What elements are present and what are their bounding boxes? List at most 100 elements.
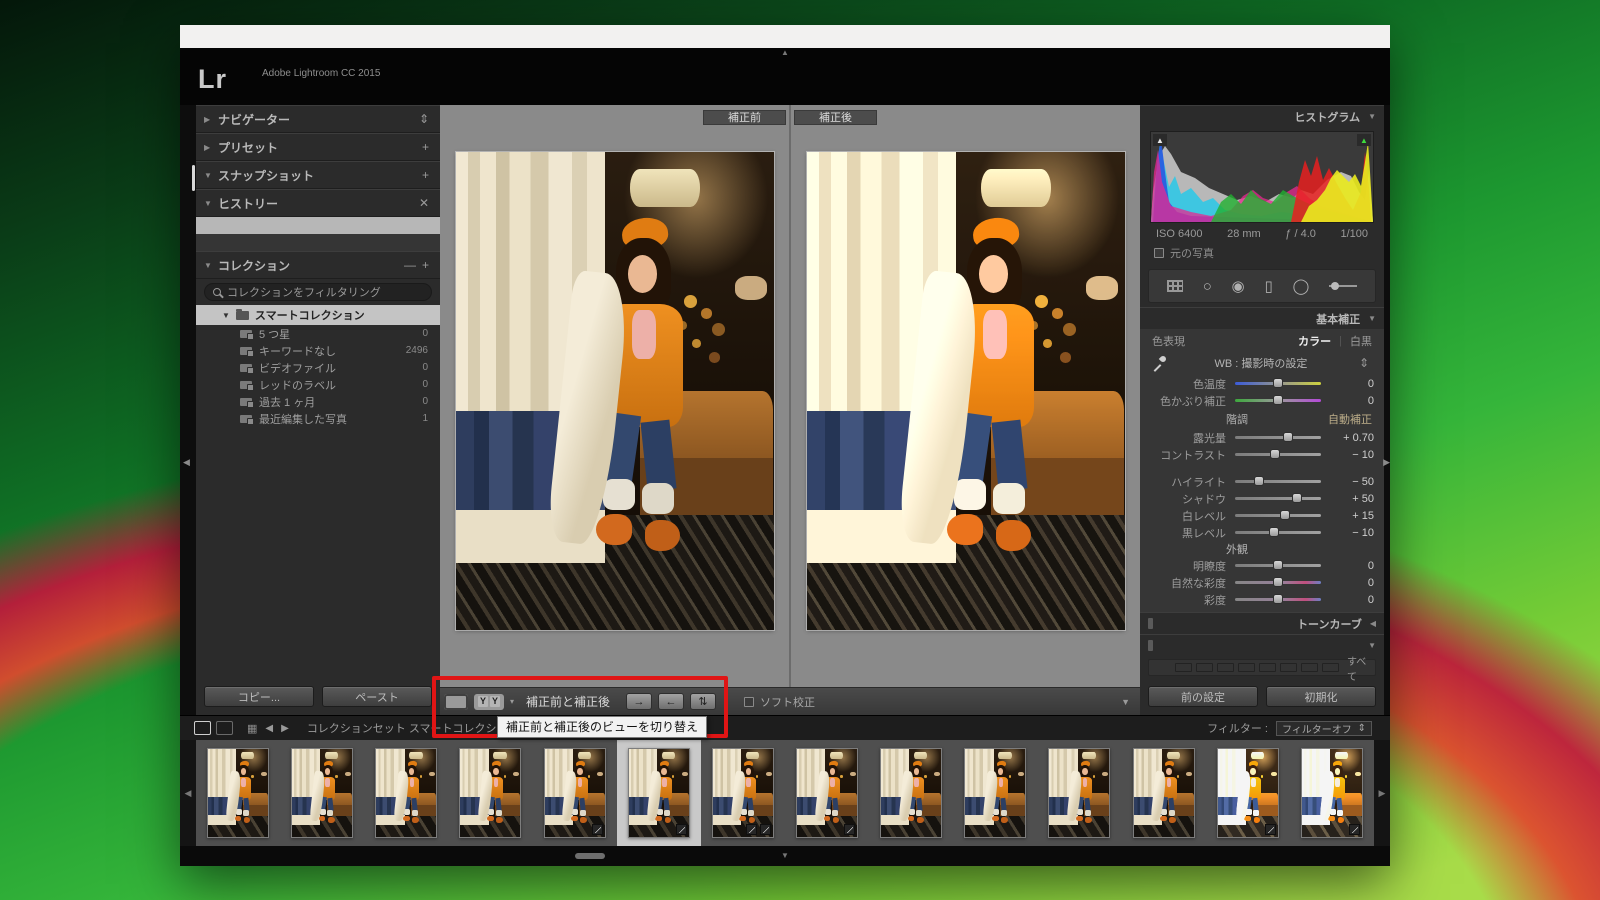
slider-track[interactable]	[1235, 480, 1321, 483]
collection-item[interactable]: ビデオファイル 0	[196, 359, 440, 376]
navigator-header[interactable]: ▶ ナビゲーター ⇕	[196, 105, 440, 133]
slider-row[interactable]: 白レベル + 15	[1140, 507, 1384, 524]
collapse-icon[interactable]: ▼	[204, 261, 218, 270]
basic-panel-header[interactable]: 基本補正 ▼	[1140, 307, 1384, 329]
slider-row[interactable]: 色温度 0	[1140, 375, 1384, 392]
preview-pane[interactable]: 補正後	[789, 105, 1140, 687]
photo[interactable]	[807, 152, 1125, 630]
treatment-color-option[interactable]: カラー	[1298, 333, 1331, 349]
collection-filter-input[interactable]: コレクションをフィルタリング	[204, 283, 432, 301]
panel-toggle-icon[interactable]	[1148, 640, 1153, 651]
color-swatch[interactable]	[1322, 663, 1339, 672]
wb-selector[interactable]: WB : 撮影時の設定	[1174, 355, 1348, 371]
thumbnail-photo[interactable]	[628, 748, 690, 838]
slider-track[interactable]	[1235, 581, 1321, 584]
collection-item[interactable]: 5 つ星 0	[196, 325, 440, 342]
presets-header[interactable]: ▶ プリセット +	[196, 133, 440, 161]
wb-updown-icon[interactable]: ⇕	[1356, 356, 1372, 370]
slider-row[interactable]: 色かぶり補正 0	[1140, 392, 1384, 409]
collapse-icon[interactable]: ▼	[204, 199, 218, 208]
slider-handle[interactable]	[1273, 594, 1283, 604]
thumbnail-photo[interactable]	[796, 748, 858, 838]
filmstrip-thumbnail[interactable]	[364, 740, 448, 846]
left-panel-scrollbar[interactable]	[192, 165, 195, 191]
red-eye-tool-icon[interactable]: ◉	[1232, 277, 1245, 295]
color-swatch[interactable]	[1238, 663, 1255, 672]
collection-item[interactable]: レッドのラベル 0	[196, 376, 440, 393]
collection-item[interactable]: 最近編集した写真 1	[196, 410, 440, 427]
collapse-left-icon[interactable]: ◀	[183, 457, 190, 468]
soft-proof-checkbox[interactable]	[744, 697, 754, 707]
soft-proof-toggle[interactable]: ソフト校正	[744, 694, 815, 710]
history-header[interactable]: ▼ ヒストリー ✕	[196, 189, 440, 217]
add-snapshot-icon[interactable]: +	[419, 168, 432, 182]
slider-handle[interactable]	[1254, 476, 1264, 486]
thumbnail-photo[interactable]	[1217, 748, 1279, 838]
slider-track[interactable]	[1235, 399, 1321, 402]
slider-track[interactable]	[1235, 514, 1321, 517]
slider-row[interactable]: 明瞭度 0	[1140, 557, 1384, 574]
slider-handle[interactable]	[1269, 527, 1279, 537]
original-photo-toggle[interactable]: 元の写真	[1140, 240, 1384, 265]
snapshots-header[interactable]: ▼ スナップショット +	[196, 161, 440, 189]
slider-track[interactable]	[1235, 598, 1321, 601]
collapse-icon[interactable]: ▼	[222, 311, 230, 320]
slider-track[interactable]	[1235, 564, 1321, 567]
filter-dropdown[interactable]: フィルターオフ ⇕	[1276, 721, 1372, 736]
treatment-bw-option[interactable]: 白黒	[1350, 333, 1372, 349]
slider-track[interactable]	[1235, 497, 1321, 500]
slider-handle[interactable]	[1270, 449, 1280, 459]
panel-toggle-icon[interactable]	[1148, 618, 1153, 629]
filmstrip-scroll-left[interactable]: ◀	[180, 740, 196, 846]
filmstrip-thumbnail[interactable]	[280, 740, 364, 846]
slider-handle[interactable]	[1273, 395, 1283, 405]
filmstrip-thumbnail[interactable]	[869, 740, 953, 846]
crop-tool-icon[interactable]	[1167, 280, 1183, 292]
thumbnail-photo[interactable]	[207, 748, 269, 838]
slider-handle[interactable]	[1280, 510, 1290, 520]
thumbnail-photo[interactable]	[1301, 748, 1363, 838]
color-swatch[interactable]	[1196, 663, 1213, 672]
smart-collection-set[interactable]: ▼ スマートコレクション	[196, 305, 440, 325]
radial-filter-tool-icon[interactable]: ◯	[1293, 277, 1310, 295]
history-item[interactable]	[196, 234, 440, 251]
spot-removal-tool-icon[interactable]: ○	[1203, 278, 1212, 295]
slider-handle[interactable]	[1273, 577, 1283, 587]
all-colors-label[interactable]: すべて	[1347, 653, 1369, 683]
paste-button[interactable]: ペースト	[322, 686, 432, 707]
slider-track[interactable]	[1235, 453, 1321, 456]
slider-handle[interactable]	[1292, 493, 1302, 503]
thumbnail-photo[interactable]	[291, 748, 353, 838]
thumbnail-photo[interactable]	[544, 748, 606, 838]
filmstrip-thumbnail[interactable]	[1122, 740, 1206, 846]
slider-row[interactable]: 露光量 + 0.70	[1140, 429, 1384, 446]
expand-icon[interactable]: ▶	[204, 143, 218, 152]
original-photo-checkbox[interactable]	[1154, 248, 1164, 258]
collapse-bottom-icon[interactable]: ▼	[781, 851, 789, 860]
copy-button[interactable]: コピー...	[204, 686, 314, 707]
window-button[interactable]	[216, 721, 233, 735]
histogram[interactable]: ▲ ▲	[1150, 131, 1374, 223]
highlight-clipping-icon[interactable]: ▲	[1357, 134, 1371, 146]
expand-icon[interactable]: ▶	[204, 115, 218, 124]
adjustment-brush-tool-icon[interactable]	[1329, 285, 1357, 287]
slider-row[interactable]: 黒レベル − 10	[1140, 524, 1384, 541]
auto-tone-button[interactable]: 自動補正	[1328, 411, 1372, 427]
slider-track[interactable]	[1235, 382, 1321, 385]
color-swatch[interactable]	[1280, 663, 1297, 672]
copy-before-to-after-button[interactable]: →	[626, 693, 652, 710]
window-button[interactable]	[194, 721, 211, 735]
remove-collection-icon[interactable]: —	[401, 258, 419, 272]
filmstrip-thumbnail[interactable]	[448, 740, 532, 846]
collapse-icon[interactable]: ▼	[1368, 641, 1376, 650]
slider-handle[interactable]	[1273, 560, 1283, 570]
filmstrip-thumbnail[interactable]	[617, 740, 701, 846]
thumbnail-photo[interactable]	[1133, 748, 1195, 838]
toolbar-options-caret-icon[interactable]: ▼	[1121, 697, 1130, 707]
slider-row[interactable]: ハイライト − 50	[1140, 473, 1384, 490]
filmstrip-thumbnail[interactable]	[1037, 740, 1121, 846]
collapse-icon[interactable]: ▼	[204, 171, 218, 180]
reset-button[interactable]: 初期化	[1266, 686, 1376, 707]
filmstrip-scroll-right[interactable]: ▶	[1374, 740, 1390, 846]
filmstrip-thumbnail[interactable]	[701, 740, 785, 846]
